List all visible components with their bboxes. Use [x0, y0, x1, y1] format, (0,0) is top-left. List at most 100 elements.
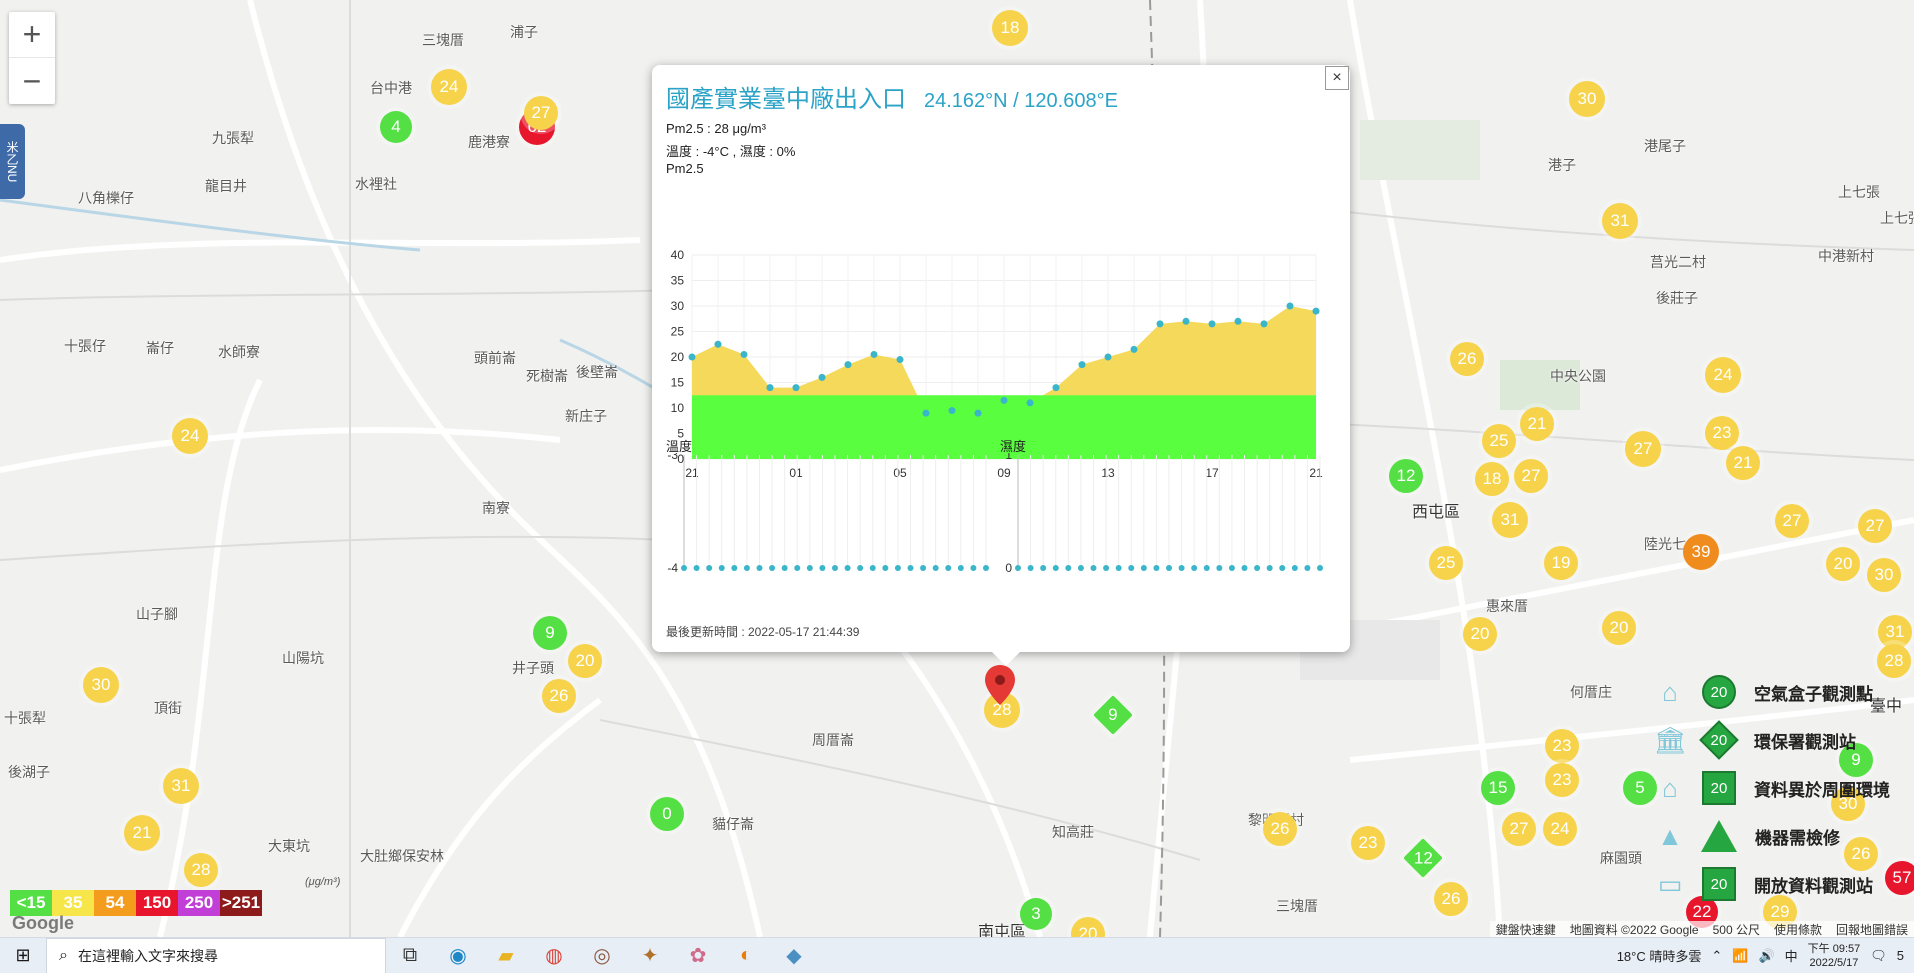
chrome-icon[interactable]: ◍	[530, 938, 578, 973]
aq-marker[interactable]: 3	[1020, 898, 1052, 930]
aq-marker[interactable]: 25	[1482, 424, 1516, 458]
aq-marker-value: 20	[1609, 618, 1629, 637]
aq-marker[interactable]: 30	[1569, 81, 1605, 117]
aq-marker[interactable]: 21	[1726, 446, 1760, 480]
aq-marker[interactable]: 39	[1683, 534, 1719, 570]
blender-icon[interactable]: ◐	[722, 938, 770, 973]
close-popup-button[interactable]: ×	[1325, 66, 1349, 90]
keyboard-shortcuts-link[interactable]: 鍵盤快速鍵	[1496, 921, 1556, 938]
aq-marker[interactable]: 4	[380, 111, 412, 143]
aq-marker[interactable]: 23	[1351, 826, 1385, 860]
aq-marker[interactable]: 23	[1545, 729, 1579, 763]
app-compass-icon[interactable]: ◎	[578, 938, 626, 973]
app-fox-icon[interactable]: ✦	[626, 938, 674, 973]
start-button[interactable]: ⊞	[0, 938, 46, 973]
terms-link[interactable]: 使用條款	[1774, 921, 1822, 938]
aq-marker-value: 25	[1436, 553, 1456, 572]
pm25-point	[818, 373, 826, 381]
station-legend-label: 環保署觀測站	[1754, 732, 1856, 752]
aq-marker[interactable]: 9	[533, 616, 567, 650]
side-menu-tab[interactable]: 米乙NU	[0, 124, 25, 199]
aq-marker[interactable]: 12	[1389, 459, 1423, 493]
station-legend-row: ⌂ 20 資料異於周圍環境	[1650, 764, 1890, 812]
aq-marker[interactable]: 15	[1481, 771, 1515, 805]
report-error-link[interactable]: 回報地圖錯誤	[1836, 921, 1908, 938]
station-legend-badge	[1701, 820, 1737, 852]
zoom-in-button[interactable]: +	[9, 12, 55, 58]
aq-marker[interactable]: 27	[1625, 431, 1661, 467]
aq-marker[interactable]: 18	[992, 10, 1028, 46]
tray-chevron-icon[interactable]: ⌃	[1711, 948, 1722, 964]
place-label: 頂街	[154, 700, 182, 716]
map-canvas[interactable]: 三塊厝 浦子 台中港 九張犁 鹿港寮 八角櫟仔 龍目井 水裡社 十張仔 崙仔 水師寮 頭前崙 死樹崙 後壁…	[0, 0, 1914, 937]
place-label: 貓仔崙	[712, 816, 754, 832]
clock[interactable]: 下午 09:57 2022/5/17	[1808, 942, 1861, 970]
place-label: 後壁崙	[576, 364, 618, 380]
app-cube-icon[interactable]: ◆	[770, 938, 818, 973]
pm25-point	[766, 384, 774, 392]
aq-marker[interactable]: 27	[524, 96, 558, 130]
aq-marker[interactable]: 27	[1858, 509, 1892, 543]
aq-marker[interactable]: 27	[1514, 459, 1548, 493]
file-explorer-icon[interactable]: ▰	[482, 938, 530, 973]
aq-marker[interactable]: 24	[172, 418, 208, 454]
aq-legend-item: 54	[94, 890, 136, 916]
aq-marker[interactable]: 20	[1602, 611, 1636, 645]
aq-marker-value: 23	[1552, 736, 1572, 755]
aq-marker[interactable]: 30	[1867, 558, 1901, 592]
aq-marker[interactable]: 27	[1502, 812, 1536, 846]
station-legend-badge: 20	[1702, 771, 1736, 805]
place-label: 後莊子	[1656, 290, 1698, 306]
aq-marker[interactable]: 20	[1463, 617, 1497, 651]
place-label: 周厝崙	[812, 732, 854, 748]
station-legend-badge-value: 20	[1710, 779, 1728, 797]
aq-marker[interactable]: 23	[1705, 416, 1739, 450]
scale-label[interactable]: 500 公尺	[1713, 921, 1760, 938]
network-icon[interactable]: 📶	[1732, 948, 1748, 964]
station-legend-label: 空氣盒子觀測點	[1754, 684, 1873, 704]
aq-marker[interactable]: 30	[83, 667, 119, 703]
volume-icon[interactable]: 🔊	[1758, 948, 1774, 964]
notification-icon[interactable]: 🗨	[1870, 948, 1887, 964]
temp-point	[844, 565, 851, 571]
humidity-point	[1015, 565, 1021, 571]
aq-marker[interactable]: 25	[1429, 546, 1463, 580]
ime-indicator[interactable]: 中	[1785, 946, 1798, 965]
pinned-apps: ⧉ ◉ ▰ ◍ ◎ ✦ ✿ ◐ ◆	[386, 938, 818, 973]
aq-marker[interactable]: 0	[650, 797, 684, 831]
zoom-out-button[interactable]: −	[9, 58, 55, 104]
aq-marker[interactable]: 24	[1705, 357, 1741, 393]
aq-marker[interactable]: 21	[124, 815, 160, 851]
app-spiral-icon[interactable]: ✿	[674, 938, 722, 973]
pm25-point	[974, 409, 982, 417]
aq-marker[interactable]: 31	[163, 768, 199, 804]
weather-widget[interactable]: 18°C 晴時多雲	[1617, 946, 1702, 965]
taskbar-search-box[interactable]: ⌕ 在這裡輸入文字來搜尋	[46, 937, 386, 973]
aq-marker[interactable]: 24	[431, 69, 467, 105]
aq-marker[interactable]: 26	[1263, 812, 1297, 846]
aq-marker[interactable]: 26	[1450, 342, 1484, 376]
aq-marker[interactable]: 31	[1492, 502, 1528, 538]
aq-marker[interactable]: 28	[184, 853, 218, 887]
aq-marker[interactable]: 20	[568, 644, 602, 678]
pm25-point	[948, 407, 956, 415]
aq-marker[interactable]: 23	[1545, 763, 1579, 797]
aq-marker[interactable]: 27	[1775, 504, 1809, 538]
aq-marker-value: 24	[180, 426, 200, 445]
aq-marker[interactable]: 24	[1543, 812, 1577, 846]
aq-marker-value: 26	[1441, 889, 1461, 908]
temp-point	[894, 565, 901, 571]
selected-location-pin[interactable]	[985, 665, 1015, 705]
edge-icon[interactable]: ◉	[434, 938, 482, 973]
aq-marker[interactable]: 26	[542, 679, 576, 713]
place-label: 中港新村	[1818, 248, 1874, 264]
aq-marker[interactable]: 20	[1826, 547, 1860, 581]
temp-point	[743, 565, 750, 571]
task-view-icon[interactable]: ⧉	[386, 938, 434, 973]
aq-marker[interactable]: 31	[1602, 203, 1638, 239]
aq-marker[interactable]: 21	[1520, 407, 1554, 441]
aq-marker[interactable]: 26	[1434, 882, 1468, 916]
aq-marker[interactable]: 19	[1544, 546, 1578, 580]
humidity-ytick: 0	[1005, 561, 1012, 575]
aq-marker[interactable]: 18	[1475, 462, 1509, 496]
